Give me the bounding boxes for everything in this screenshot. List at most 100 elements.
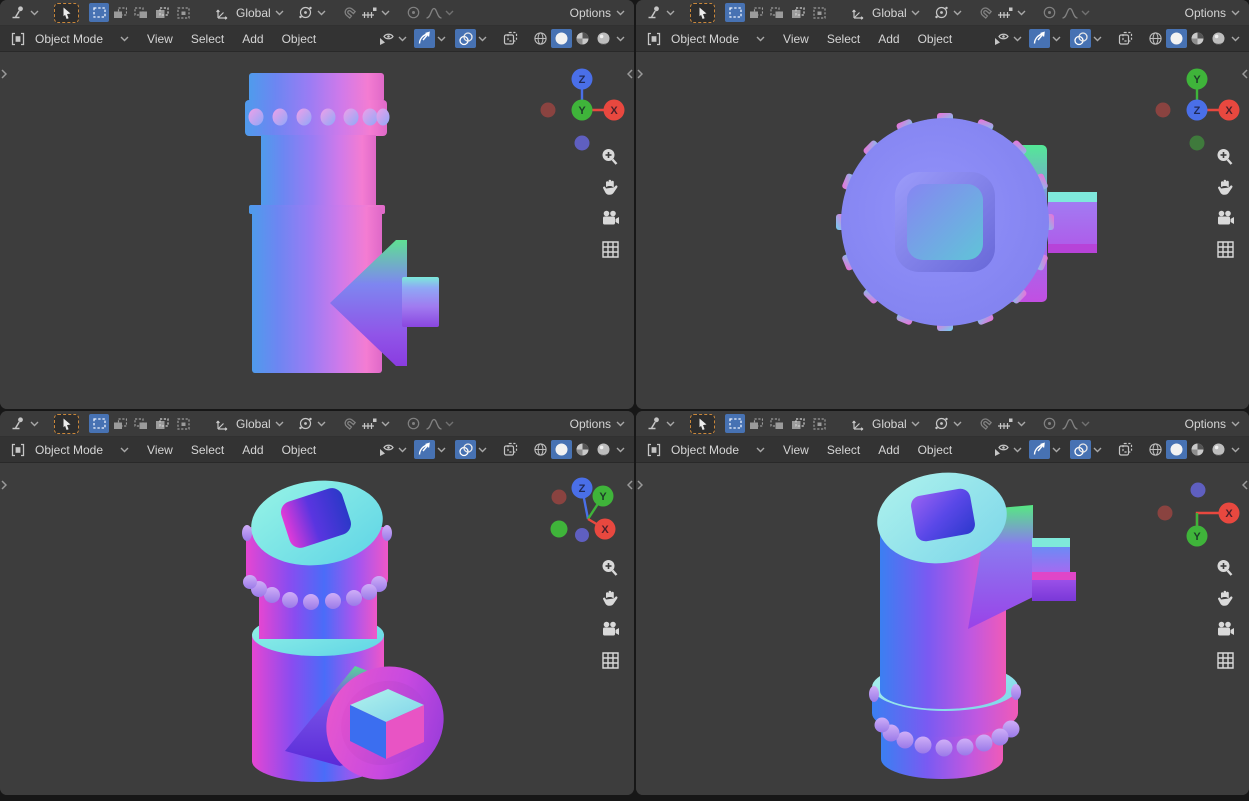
tweak-select-tool-button[interactable] (54, 2, 79, 23)
shading-rendered-button[interactable] (1208, 29, 1229, 48)
axis-ball-neg-z[interactable] (574, 135, 590, 151)
shading-rendered-button[interactable] (593, 440, 614, 459)
xray-toggle-icon[interactable] (1115, 29, 1135, 49)
mode-select-label[interactable]: Object Mode (32, 32, 106, 46)
chevron-down-icon[interactable] (754, 440, 766, 460)
pivot-point-icon[interactable] (296, 3, 316, 23)
tweak-select-tool-button[interactable] (54, 413, 79, 434)
snap-magnet-icon[interactable] (976, 414, 996, 434)
menu-select[interactable]: Select (818, 32, 869, 46)
chevron-down-icon[interactable] (1091, 440, 1103, 460)
shading-solid-button[interactable] (1166, 440, 1187, 459)
menu-view[interactable]: View (774, 443, 818, 457)
region-expand-arrow[interactable] (626, 68, 634, 80)
snap-magnet-icon[interactable] (340, 3, 360, 23)
chevron-down-icon[interactable] (952, 414, 964, 434)
snap-target-icon[interactable] (996, 3, 1016, 23)
snap-target-icon[interactable] (360, 414, 380, 434)
pivot-point-icon[interactable] (296, 414, 316, 434)
gizmos-toggle-button[interactable] (1029, 29, 1050, 48)
chevron-down-icon[interactable] (274, 414, 286, 434)
xray-toggle-icon[interactable] (500, 29, 520, 49)
select-extend-button[interactable] (110, 3, 130, 22)
gizmos-toggle-button[interactable] (414, 29, 435, 48)
camera-view-button[interactable] (599, 207, 621, 229)
select-intersect-button[interactable] (809, 3, 829, 22)
select-extend-button[interactable] (746, 414, 766, 433)
shading-wireframe-button[interactable] (1145, 29, 1166, 48)
xray-toggle-icon[interactable] (1115, 440, 1135, 460)
shading-solid-button[interactable] (551, 29, 572, 48)
shading-rendered-button[interactable] (1208, 440, 1229, 459)
snap-target-icon[interactable] (360, 3, 380, 23)
chevron-down-icon[interactable] (396, 440, 408, 460)
axis-ball-neg-z[interactable] (575, 528, 589, 542)
shading-material-button[interactable] (1187, 440, 1208, 459)
transform-orientation-icon[interactable] (213, 3, 233, 23)
camera-view-button[interactable] (1214, 207, 1236, 229)
orientation-label[interactable]: Global (869, 6, 910, 20)
region-expand-arrow[interactable] (1241, 68, 1249, 80)
chevron-down-icon[interactable] (118, 29, 130, 49)
select-extend-button[interactable] (110, 414, 130, 433)
select-invert-button[interactable] (788, 3, 808, 22)
mode-select-label[interactable]: Object Mode (668, 32, 742, 46)
zoom-tool-button[interactable] (1214, 557, 1236, 579)
transform-orientation-icon[interactable] (849, 3, 869, 23)
select-box-new-button[interactable] (725, 414, 745, 433)
axis-ball-neg-x[interactable] (1155, 102, 1171, 118)
chevron-down-icon[interactable] (910, 414, 922, 434)
falloff-curve-icon[interactable] (1060, 414, 1080, 434)
overlays-toggle-button[interactable] (1070, 440, 1091, 459)
chevron-down-icon[interactable] (1229, 440, 1241, 460)
chevron-down-icon[interactable] (754, 29, 766, 49)
object-visibility-icon[interactable] (376, 440, 396, 460)
chevron-down-icon[interactable] (444, 414, 456, 434)
proportional-edit-icon[interactable] (404, 414, 424, 434)
proportional-edit-icon[interactable] (1040, 414, 1060, 434)
chevron-down-icon[interactable] (614, 440, 626, 460)
chevron-down-icon[interactable] (316, 3, 328, 23)
camera-view-button[interactable] (599, 618, 621, 640)
shading-wireframe-button[interactable] (1145, 440, 1166, 459)
chevron-down-icon[interactable] (316, 414, 328, 434)
menu-object[interactable]: Object (909, 32, 962, 46)
shading-wireframe-button[interactable] (530, 29, 551, 48)
region-expand-arrow[interactable] (0, 68, 8, 80)
pivot-point-icon[interactable] (932, 414, 952, 434)
gizmos-toggle-button[interactable] (414, 440, 435, 459)
menu-view[interactable]: View (774, 32, 818, 46)
grid-toggle-button[interactable] (599, 649, 621, 671)
viewport-canvas-top[interactable]: Y Z X (636, 52, 1249, 409)
select-intersect-button[interactable] (173, 3, 193, 22)
shading-solid-button[interactable] (551, 440, 572, 459)
falloff-curve-icon[interactable] (1060, 3, 1080, 23)
chevron-down-icon[interactable] (274, 3, 286, 23)
xray-toggle-icon[interactable] (500, 440, 520, 460)
region-expand-arrow[interactable] (1241, 479, 1249, 491)
menu-object[interactable]: Object (273, 32, 326, 46)
select-subtract-button[interactable] (767, 414, 787, 433)
chevron-down-icon[interactable] (435, 440, 447, 460)
chevron-down-icon[interactable] (910, 3, 922, 23)
pan-tool-button[interactable] (599, 587, 621, 609)
viewport-canvas-user-a[interactable]: Z Y X (0, 463, 634, 795)
tweak-select-tool-button[interactable] (690, 413, 715, 434)
pan-tool-button[interactable] (599, 176, 621, 198)
chevron-down-icon[interactable] (1091, 29, 1103, 49)
overlays-toggle-button[interactable] (455, 440, 476, 459)
select-subtract-button[interactable] (131, 3, 151, 22)
chevron-down-icon[interactable] (435, 29, 447, 49)
chevron-down-icon[interactable] (1080, 414, 1092, 434)
chevron-down-icon[interactable] (952, 3, 964, 23)
options-label[interactable]: Options (567, 417, 614, 431)
shading-solid-button[interactable] (1166, 29, 1187, 48)
select-invert-button[interactable] (788, 414, 808, 433)
menu-object[interactable]: Object (273, 443, 326, 457)
object-visibility-icon[interactable] (991, 440, 1011, 460)
select-box-new-button[interactable] (89, 414, 109, 433)
shading-wireframe-button[interactable] (530, 440, 551, 459)
active-tool-icon[interactable] (8, 3, 28, 23)
menu-add[interactable]: Add (233, 32, 272, 46)
pan-tool-button[interactable] (1214, 176, 1236, 198)
